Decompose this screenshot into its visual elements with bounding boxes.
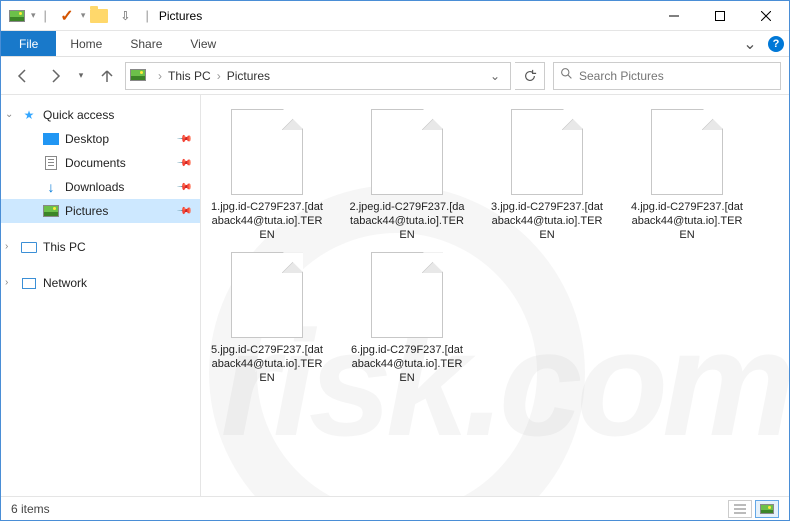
address-bar[interactable]: › This PC › Pictures ⌄ bbox=[125, 62, 511, 90]
item-count: 6 items bbox=[11, 502, 50, 516]
nav-label: Downloads bbox=[65, 180, 124, 194]
file-menu[interactable]: File bbox=[1, 31, 56, 56]
details-view-button[interactable] bbox=[728, 500, 752, 518]
pictures-icon bbox=[43, 203, 59, 219]
file-name: 4.jpg.id-C279F237.[databack44@tuta.io].T… bbox=[628, 201, 746, 242]
nav-pane: ⌄ ★ Quick access Desktop 📌 Documents 📌 ↓… bbox=[1, 95, 201, 496]
nav-label: Network bbox=[43, 276, 87, 290]
help-icon: ? bbox=[768, 36, 784, 52]
nav-documents[interactable]: Documents 📌 bbox=[1, 151, 200, 175]
search-input[interactable] bbox=[579, 69, 774, 83]
back-button[interactable] bbox=[9, 62, 37, 90]
tab-share[interactable]: Share bbox=[116, 31, 176, 56]
pin-icon: 📌 bbox=[175, 203, 192, 220]
search-box[interactable] bbox=[553, 62, 781, 90]
crumb-pictures[interactable]: Pictures bbox=[225, 69, 272, 83]
explorer-window: ▾ | ✓ ▾ ⇩ | Pictures File Home Share Vie… bbox=[0, 0, 790, 521]
thumbnails-view-button[interactable] bbox=[755, 500, 779, 518]
qat-newfolder[interactable] bbox=[87, 4, 111, 28]
file-icon bbox=[231, 109, 303, 195]
pc-icon bbox=[21, 239, 37, 255]
maximize-button[interactable] bbox=[697, 1, 743, 31]
expand-icon[interactable]: › bbox=[5, 277, 8, 288]
crumb-thispc[interactable]: This PC bbox=[166, 69, 213, 83]
file-item[interactable]: 5.jpg.id-C279F237.[databack44@tuta.io].T… bbox=[207, 252, 327, 385]
nav-network[interactable]: › Network bbox=[1, 271, 200, 295]
file-name: 5.jpg.id-C279F237.[databack44@tuta.io].T… bbox=[208, 344, 326, 385]
nav-pictures[interactable]: Pictures 📌 bbox=[1, 199, 200, 223]
tab-home[interactable]: Home bbox=[56, 31, 116, 56]
help-button[interactable]: ? bbox=[763, 31, 789, 56]
expand-icon[interactable]: › bbox=[5, 241, 8, 252]
file-icon bbox=[231, 252, 303, 338]
nav-downloads[interactable]: ↓ Downloads 📌 bbox=[1, 175, 200, 199]
file-name: 1.jpg.id-C279F237.[databack44@tuta.io].T… bbox=[208, 201, 326, 242]
file-icon bbox=[371, 252, 443, 338]
window-title: Pictures bbox=[159, 9, 202, 23]
downloads-icon: ↓ bbox=[43, 179, 59, 195]
nav-label: Documents bbox=[65, 156, 126, 170]
file-item[interactable]: 2.jpeg.id-C279F237.[databack44@tuta.io].… bbox=[347, 109, 467, 242]
address-dropdown[interactable]: ⌄ bbox=[484, 69, 506, 83]
nav-label: Pictures bbox=[65, 204, 108, 218]
file-name: 2.jpeg.id-C279F237.[databack44@tuta.io].… bbox=[348, 201, 466, 242]
file-icon bbox=[371, 109, 443, 195]
search-icon bbox=[560, 67, 573, 85]
nav-label: Quick access bbox=[43, 108, 114, 122]
file-name: 6.jpg.id-C279F237.[databack44@tuta.io].T… bbox=[348, 344, 466, 385]
documents-icon bbox=[43, 155, 59, 171]
location-icon bbox=[130, 69, 148, 83]
pin-icon: 📌 bbox=[175, 155, 192, 172]
nav-bar: ▾ › This PC › Pictures ⌄ bbox=[1, 57, 789, 95]
star-icon: ★ bbox=[21, 107, 37, 123]
recent-dropdown[interactable]: ▾ bbox=[73, 62, 89, 90]
file-pane[interactable]: risk.com 1.jpg.id-C279F237.[databack44@t… bbox=[201, 95, 789, 496]
nav-label: Desktop bbox=[65, 132, 109, 146]
nav-desktop[interactable]: Desktop 📌 bbox=[1, 127, 200, 151]
network-icon bbox=[21, 275, 37, 291]
qat-customize[interactable]: ⇩ bbox=[113, 4, 137, 28]
tab-view[interactable]: View bbox=[176, 31, 230, 56]
nav-this-pc[interactable]: › This PC bbox=[1, 235, 200, 259]
file-icon bbox=[651, 109, 723, 195]
file-item[interactable]: 1.jpg.id-C279F237.[databack44@tuta.io].T… bbox=[207, 109, 327, 242]
qat-app-icon[interactable] bbox=[5, 4, 29, 28]
ribbon: File Home Share View ⌄ ? bbox=[1, 31, 789, 57]
ribbon-expand[interactable]: ⌄ bbox=[737, 31, 763, 56]
qat-properties[interactable]: ✓ bbox=[55, 4, 79, 28]
file-icon bbox=[511, 109, 583, 195]
forward-button[interactable] bbox=[41, 62, 69, 90]
status-bar: 6 items bbox=[1, 496, 789, 520]
file-name: 3.jpg.id-C279F237.[databack44@tuta.io].T… bbox=[488, 201, 606, 242]
file-item[interactable]: 4.jpg.id-C279F237.[databack44@tuta.io].T… bbox=[627, 109, 747, 242]
collapse-icon[interactable]: ⌄ bbox=[5, 109, 13, 120]
nav-label: This PC bbox=[43, 240, 86, 254]
pin-icon: 📌 bbox=[175, 179, 192, 196]
title-bar: ▾ | ✓ ▾ ⇩ | Pictures bbox=[1, 1, 789, 31]
minimize-button[interactable] bbox=[651, 1, 697, 31]
file-item[interactable]: 3.jpg.id-C279F237.[databack44@tuta.io].T… bbox=[487, 109, 607, 242]
desktop-icon bbox=[43, 131, 59, 147]
pin-icon: 📌 bbox=[175, 131, 192, 148]
close-button[interactable] bbox=[743, 1, 789, 31]
nav-quick-access[interactable]: ⌄ ★ Quick access bbox=[1, 103, 200, 127]
up-button[interactable] bbox=[93, 62, 121, 90]
refresh-button[interactable] bbox=[515, 62, 545, 90]
file-item[interactable]: 6.jpg.id-C279F237.[databack44@tuta.io].T… bbox=[347, 252, 467, 385]
